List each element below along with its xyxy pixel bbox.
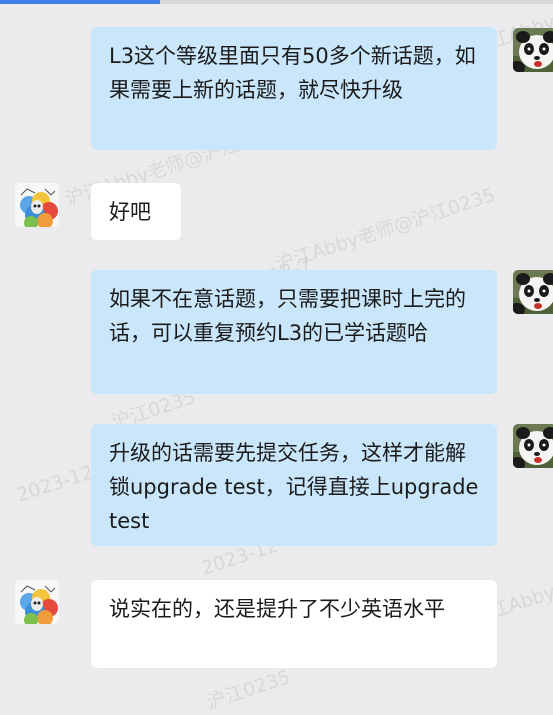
message-bubble-outgoing[interactable]: 如果不在意话题，只需要把课时上完的话，可以重复预约L3的已学话题哈	[91, 270, 497, 394]
message-bubble-incoming[interactable]: 说实在的，还是提升了不少英语水平	[91, 580, 497, 668]
panda-avatar-icon[interactable]	[513, 424, 553, 468]
message-bubble-outgoing[interactable]: 升级的话需要先提交任务，这样才能解锁upgrade test，记得直接上upgr…	[91, 424, 497, 546]
panda-avatar-icon[interactable]	[513, 270, 553, 314]
sheep-avatar-icon[interactable]	[15, 183, 59, 227]
message-bubble-outgoing[interactable]: L3这个等级里面只有50多个新话题，如果需要上新的话题，就尽快升级	[91, 27, 497, 150]
panda-avatar-icon[interactable]	[513, 28, 553, 72]
message-bubble-incoming[interactable]: 好吧	[91, 183, 181, 240]
chat-area: L3这个等级里面只有50多个新话题，如果需要上新的话题，就尽快升级 好吧 如果不…	[0, 0, 553, 699]
sheep-avatar-icon[interactable]	[15, 580, 59, 624]
